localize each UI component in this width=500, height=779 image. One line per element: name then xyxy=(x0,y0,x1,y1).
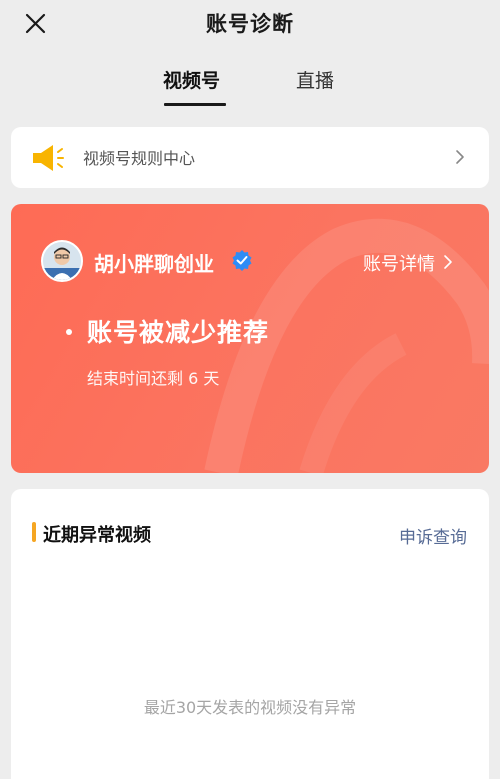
abnormal-videos-card: 近期异常视频 申诉查询 最近30天发表的视频没有异常 xyxy=(11,489,489,779)
empty-state-message: 最近30天发表的视频没有异常 xyxy=(143,698,357,717)
account-name: 胡小胖聊创业 xyxy=(94,252,214,276)
chevron-right-icon[interactable] xyxy=(443,254,453,270)
verified-badge-icon xyxy=(232,250,252,271)
rules-center-row[interactable]: 视频号规则中心 xyxy=(11,127,489,188)
tab-bar: 视频号 直播 xyxy=(0,66,500,110)
account-detail-link[interactable]: 账号详情 xyxy=(363,250,435,276)
section-accent-bar xyxy=(32,522,36,542)
tab-channels[interactable]: 视频号 xyxy=(163,66,220,93)
active-tab-indicator xyxy=(164,103,226,106)
status-bullet xyxy=(66,329,72,335)
account-status-card: 胡小胖聊创业 账号详情 账号被减少推荐 结束时间还剩 6 天 xyxy=(11,204,489,473)
avatar xyxy=(41,240,83,282)
status-remaining-time: 结束时间还剩 6 天 xyxy=(87,369,220,388)
chevron-right-icon xyxy=(456,150,464,164)
tab-live[interactable]: 直播 xyxy=(296,66,334,93)
status-title: 账号被减少推荐 xyxy=(87,318,270,347)
appeal-query-link[interactable]: 申诉查询 xyxy=(399,523,467,548)
page-title: 账号诊断 xyxy=(206,12,294,36)
speaker-icon xyxy=(33,145,64,171)
section-title: 近期异常视频 xyxy=(43,525,151,546)
rules-center-label: 视频号规则中心 xyxy=(83,149,196,168)
account-diagnosis-page: 账号诊断 视频号 直播 视频号规则中心 胡小胖聊创业 账号详情 账号被减少推荐 … xyxy=(0,0,500,779)
